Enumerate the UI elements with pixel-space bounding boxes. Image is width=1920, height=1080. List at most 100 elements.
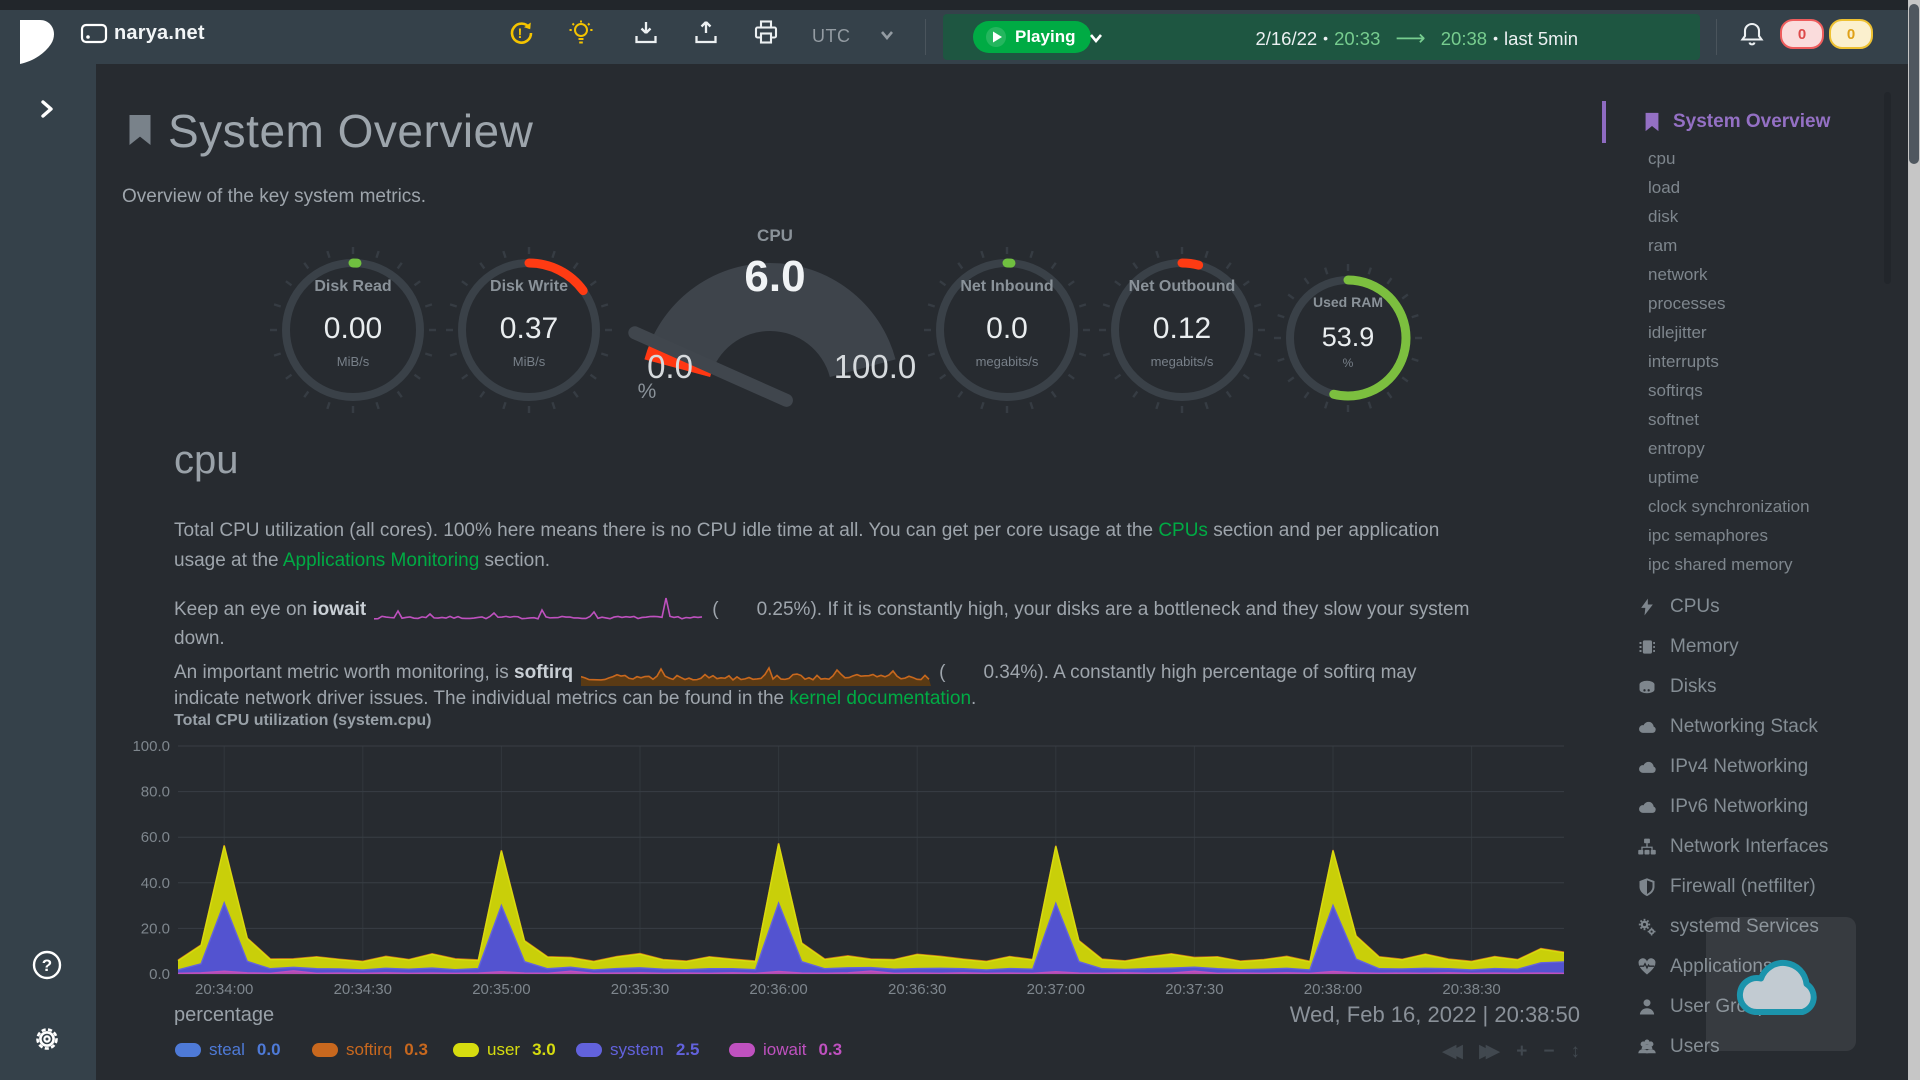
gauge-disk-write[interactable]: Disk Write0.37MiB/s — [434, 235, 624, 425]
page-subtitle: Overview of the key system metrics. — [122, 186, 426, 208]
menu-scrollbar-thumb[interactable] — [1884, 92, 1891, 284]
sidebar-subitem-network[interactable]: network — [1600, 260, 1885, 289]
cpu-gauge-max: 100.0 — [800, 348, 950, 386]
svg-text:20:35:00: 20:35:00 — [472, 981, 530, 998]
cpu-gauge-title: CPU — [610, 226, 940, 246]
node-icon — [80, 22, 108, 46]
netdata-logo[interactable] — [18, 18, 58, 66]
sidebar-subitem-ram[interactable]: ram — [1600, 231, 1885, 260]
sidebar-item-memory[interactable]: Memory — [1600, 627, 1885, 667]
rewind-button[interactable]: ◀◀ — [1442, 1042, 1463, 1062]
gauge-label: Net Outbound — [1087, 278, 1277, 296]
gauge-unit: MiB/s — [434, 354, 624, 369]
legend-item-system[interactable]: system2.5 — [576, 1040, 699, 1060]
sidebar-subitem-idlejitter[interactable]: idlejitter — [1600, 318, 1885, 347]
gauge-net-outbound[interactable]: Net Outbound0.12megabits/s — [1087, 235, 1277, 425]
sidebar-item-label: Memory — [1670, 636, 1739, 658]
legend-item-softirq[interactable]: softirq0.3 — [312, 1040, 428, 1060]
disk-icon — [1637, 677, 1657, 697]
legend-item-iowait[interactable]: iowait0.3 — [729, 1040, 842, 1060]
timezone-caret-icon[interactable] — [880, 30, 894, 40]
svg-text:20:35:30: 20:35:30 — [611, 981, 669, 998]
date-label: 2/16/22 — [1255, 28, 1317, 49]
sidebar-subitem-uptime[interactable]: uptime — [1600, 463, 1885, 492]
netdata-cloud-button[interactable] — [1706, 917, 1856, 1051]
kernel-documentation-link[interactable]: kernel documentation — [789, 688, 971, 709]
svg-text:20:38:30: 20:38:30 — [1442, 981, 1500, 998]
sidebar-subitem-softnet[interactable]: softnet — [1600, 405, 1885, 434]
news-bulb-icon[interactable] — [566, 18, 596, 48]
zoom-in-button[interactable]: + — [1516, 1042, 1527, 1062]
gauge-net-inbound[interactable]: Net Inbound0.0megabits/s — [912, 235, 1102, 425]
sidebar-subitem-processes[interactable]: processes — [1600, 289, 1885, 318]
node-name[interactable]: narya.net — [114, 22, 205, 45]
forward-button[interactable]: ▶▶ — [1479, 1042, 1500, 1062]
sidebar-subitem-clock-synchronization[interactable]: clock synchronization — [1600, 492, 1885, 521]
legend-value: 0.0 — [257, 1040, 281, 1060]
critical-alarms-badge[interactable]: 0 — [1780, 19, 1824, 49]
iowait-line: Keep an eye on iowait(0.25%). If it is c… — [174, 594, 1469, 626]
applications-monitoring-link[interactable]: Applications Monitoring — [283, 550, 479, 571]
import-icon[interactable] — [631, 18, 661, 48]
sidebar-subitem-entropy[interactable]: entropy — [1600, 434, 1885, 463]
sidebar-item-label: Firewall (netfilter) — [1670, 876, 1816, 898]
print-icon[interactable] — [751, 18, 781, 48]
cpu-utilization-plot[interactable]: 0.020.040.060.080.0100.020:34:0020:34:30… — [122, 738, 1582, 1000]
expand-sidebar-button[interactable] — [30, 92, 64, 126]
cpus-link[interactable]: CPUs — [1158, 520, 1208, 541]
sidebar-subitem-disk[interactable]: disk — [1600, 202, 1885, 231]
sidebar-subitem-ipc-shared-memory[interactable]: ipc shared memory — [1600, 550, 1885, 579]
gauge-label: Used RAM — [1263, 294, 1433, 310]
legend-item-user[interactable]: user3.0 — [453, 1040, 556, 1060]
sidebar-item-network-interfaces[interactable]: Network Interfaces — [1600, 827, 1885, 867]
gears-icon — [1637, 917, 1657, 937]
softirq-line2: indicate network driver issues. The indi… — [174, 688, 976, 710]
update-available-icon[interactable]: ! — [506, 18, 536, 48]
sidebar-subitem-interrupts[interactable]: interrupts — [1600, 347, 1885, 376]
time-end: 20:38 — [1441, 28, 1487, 49]
alarms-bell-icon[interactable] — [1736, 18, 1768, 50]
help-button[interactable]: ? — [30, 948, 64, 982]
gauge-used-ram[interactable]: Used RAM53.9% — [1263, 253, 1433, 423]
resize-button[interactable]: ↕ — [1571, 1042, 1581, 1062]
gauge-value: 53.9 — [1263, 322, 1433, 353]
sidebar-subitem-load[interactable]: load — [1600, 173, 1885, 202]
time-panel[interactable]: Playing 2/16/22•20:33 ⟶ 20:38•last 5min — [943, 14, 1700, 60]
cpu-gauge-unit: % — [622, 380, 672, 404]
svg-text:60.0: 60.0 — [141, 829, 170, 846]
bookmark-icon — [1641, 111, 1663, 133]
sidebar-subitem-ipc-semaphores[interactable]: ipc semaphores — [1600, 521, 1885, 550]
settings-button[interactable] — [30, 1022, 64, 1056]
sidebar-item-ipv4-networking[interactable]: IPv4 Networking — [1600, 747, 1885, 787]
iowait-value: 0.25% — [719, 599, 811, 620]
date-range[interactable]: 2/16/22•20:33 ⟶ 20:38•last 5min — [943, 26, 1578, 51]
zoom-out-button[interactable]: − — [1543, 1042, 1554, 1062]
gauge-unit: megabits/s — [1087, 354, 1277, 369]
sidebar-item-disks[interactable]: Disks — [1600, 667, 1885, 707]
section-bookmark-icon — [122, 106, 158, 154]
sidebar-item-label: Networking Stack — [1670, 716, 1818, 738]
softirq-term: softirq — [514, 662, 573, 683]
shield-icon — [1637, 877, 1657, 897]
softirq-line: An important metric worth monitoring, is… — [174, 656, 1416, 690]
cpu-utilization-chart[interactable]: 0.020.040.060.080.0100.020:34:0020:34:30… — [122, 738, 1582, 1000]
svg-text:40.0: 40.0 — [141, 875, 170, 892]
sidebar-subitem-softirqs[interactable]: softirqs — [1600, 376, 1885, 405]
legend-item-steal[interactable]: steal0.0 — [175, 1040, 281, 1060]
sidebar-item-system-overview[interactable]: System Overview — [1600, 100, 1885, 144]
sidebar-item-firewall-netfilter-[interactable]: Firewall (netfilter) — [1600, 867, 1885, 907]
memory-icon — [1637, 637, 1657, 657]
warning-alarms-badge[interactable]: 0 — [1829, 19, 1873, 49]
legend-value: 2.5 — [676, 1040, 700, 1060]
sidebar-subitem-cpu[interactable]: cpu — [1600, 144, 1885, 173]
sidebar-item-cpus[interactable]: CPUs — [1600, 587, 1885, 627]
export-icon[interactable] — [691, 18, 721, 48]
sidebar-item-networking-stack[interactable]: Networking Stack — [1600, 707, 1885, 747]
sidebar-item-ipv6-networking[interactable]: IPv6 Networking — [1600, 787, 1885, 827]
timezone-selector[interactable]: UTC — [812, 26, 851, 47]
gauge-value: 0.0 — [912, 312, 1102, 346]
gauge-disk-read[interactable]: Disk Read0.00MiB/s — [258, 235, 448, 425]
svg-text:20.0: 20.0 — [141, 920, 170, 937]
page-scrollbar-thumb[interactable] — [1909, 4, 1919, 164]
legend-value: 0.3 — [404, 1040, 428, 1060]
